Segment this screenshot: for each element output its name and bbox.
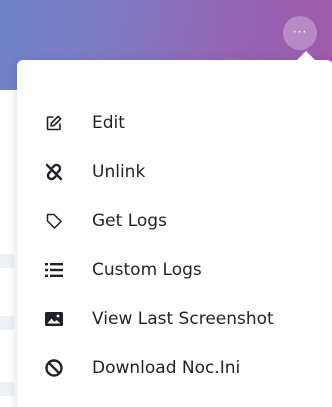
edit-icon xyxy=(44,113,64,133)
menu-item-unlink[interactable]: Unlink xyxy=(17,147,332,196)
menu-item-label: View Last Screenshot xyxy=(92,308,274,329)
menu-item-edit[interactable]: Edit xyxy=(17,98,332,147)
background-row xyxy=(0,254,14,268)
more-options-button[interactable]: ··· xyxy=(283,16,317,50)
menu-item-get-logs[interactable]: Get Logs xyxy=(17,196,332,245)
menu-list: Edit Unlink Get Logs Custom Logs View La… xyxy=(17,98,332,392)
menu-item-label: Custom Logs xyxy=(92,259,202,280)
menu-item-label: Edit xyxy=(92,112,125,133)
menu-item-custom-logs[interactable]: Custom Logs xyxy=(17,245,332,294)
menu-item-download-noc-ini[interactable]: Download Noc.Ini xyxy=(17,343,332,392)
menu-item-view-last-screenshot[interactable]: View Last Screenshot xyxy=(17,294,332,343)
unlink-icon xyxy=(44,162,64,182)
menu-caret xyxy=(297,51,315,60)
menu-item-label: Download Noc.Ini xyxy=(92,357,241,378)
tag-icon xyxy=(44,211,64,231)
list-icon xyxy=(44,260,64,280)
background-row xyxy=(0,316,14,330)
block-icon xyxy=(44,358,64,378)
menu-item-label: Unlink xyxy=(92,161,146,182)
ellipsis-icon: ··· xyxy=(292,24,308,39)
page: ··· Edit Unlink Get Logs Custom Logs Vie… xyxy=(0,0,332,407)
image-icon xyxy=(44,309,64,329)
background-row xyxy=(0,382,14,396)
context-menu: Edit Unlink Get Logs Custom Logs View La… xyxy=(17,51,332,407)
menu-item-label: Get Logs xyxy=(92,210,167,231)
